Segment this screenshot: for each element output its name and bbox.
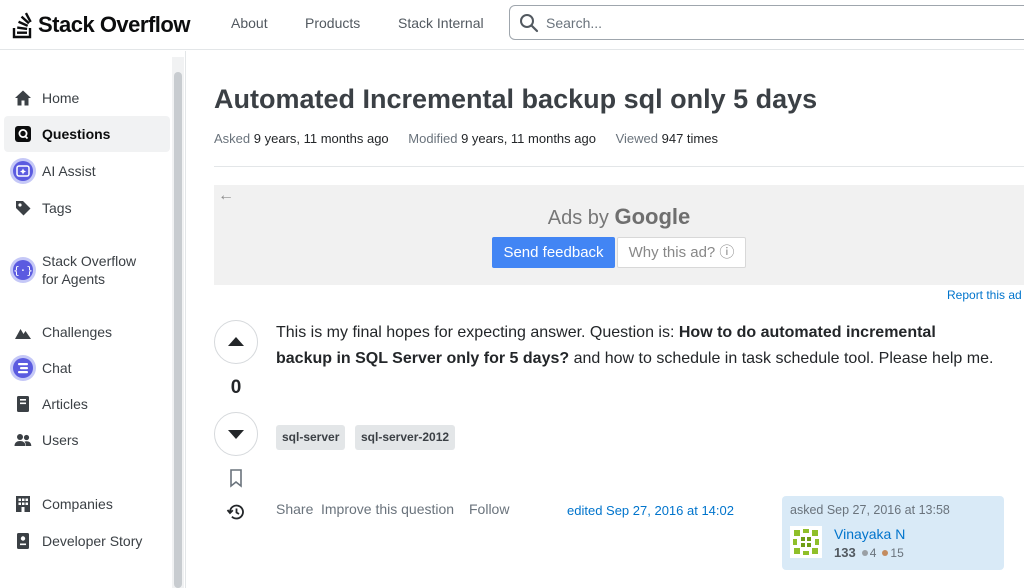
nav-about[interactable]: About <box>231 15 268 31</box>
modified-value[interactable]: 9 years, 11 months ago <box>461 131 596 146</box>
sidebar-item-label: Questions <box>42 126 111 142</box>
stackoverflow-logo-icon <box>12 12 32 39</box>
body-text-intro: This is my final hopes for expecting ans… <box>276 324 679 341</box>
ad-back-arrow-icon[interactable]: ← <box>218 187 234 205</box>
question-body: This is my final hopes for expecting ans… <box>276 320 996 371</box>
sidebar-item-tags[interactable]: Tags <box>4 190 170 226</box>
ads-by-google: Ads by Google <box>214 204 1024 230</box>
send-feedback-button[interactable]: Send feedback <box>492 237 615 268</box>
sidebar-item-chat[interactable]: Chat <box>4 350 170 386</box>
owner-card: asked Sep 27, 2016 at 13:58 Vinayaka N 1… <box>782 496 1004 570</box>
search-box[interactable] <box>509 5 1024 40</box>
sidebar-scrollbar-thumb[interactable] <box>174 72 182 588</box>
ads-by-label: Ads by <box>547 207 609 229</box>
asked-value: 9 years, 11 months ago <box>253 131 389 146</box>
companies-icon <box>16 496 30 512</box>
title-divider <box>214 166 1024 167</box>
bronze-badge-count: 15 <box>890 546 904 560</box>
sidebar-item-label: Developer Story <box>42 533 143 549</box>
sidebar-item-challenges[interactable]: Challenges <box>4 314 170 350</box>
home-icon <box>15 90 31 106</box>
asked-timestamp: asked Sep 27, 2016 at 13:58 <box>790 503 950 517</box>
sidebar-item-label: Users <box>42 432 79 448</box>
users-icon <box>14 434 32 446</box>
sidebar-item-label: Tags <box>42 200 72 216</box>
sidebar-item-ai-assist[interactable]: AI Assist <box>4 153 170 189</box>
improve-question-link[interactable]: Improve this question <box>321 501 454 517</box>
asked-label: Asked <box>214 131 251 146</box>
sidebar-item-developer-story[interactable]: Developer Story <box>4 523 170 559</box>
sidebar-item-label: Challenges <box>42 324 113 340</box>
tag-icon <box>16 201 31 216</box>
sidebar-item-label: Stack Overflow for Agents <box>42 253 137 287</box>
avatar[interactable] <box>790 526 822 558</box>
tag-sql-server[interactable]: sql-server <box>276 425 346 450</box>
top-bar: Stack Overflow About Products Stack Inte… <box>0 0 1024 50</box>
silver-badge-count: 4 <box>869 546 877 560</box>
question-title[interactable]: Automated Incremental backup sql only 5 … <box>214 84 817 115</box>
chat-icon <box>10 355 36 381</box>
modified-label: Modified <box>408 131 458 146</box>
ai-assist-icon <box>10 158 36 184</box>
sidebar-item-home[interactable]: Home <box>4 80 170 116</box>
search-input[interactable] <box>546 12 1016 34</box>
viewed-value: 947 times <box>661 131 718 146</box>
history-icon[interactable] <box>226 502 246 522</box>
developer-story-icon <box>17 533 29 549</box>
upvote-arrow-icon <box>228 337 244 346</box>
body-text-outro: and how to schedule in task schedule too… <box>569 349 994 367</box>
sidebar-item-label: Companies <box>42 496 113 512</box>
report-ad-link[interactable]: Report this ad <box>947 288 1022 302</box>
silver-badge: 4 <box>861 546 877 560</box>
svg-text:{·}: {·} <box>13 264 33 277</box>
question-meta: Asked 9 years, 11 months ago Modified 9 … <box>214 131 734 146</box>
downvote-arrow-icon <box>228 430 244 439</box>
agents-icon: {·} <box>10 257 36 283</box>
owner-name[interactable]: Vinayaka N <box>834 526 905 542</box>
bronze-badge: 15 <box>882 546 904 560</box>
reputation-score: 133 <box>834 545 856 560</box>
articles-icon <box>17 396 29 412</box>
share-link[interactable]: Share <box>276 501 313 517</box>
silver-badge-dot-icon <box>861 550 868 556</box>
sidebar-item-label: Home <box>42 90 80 106</box>
sidebar-item-articles[interactable]: Articles <box>4 386 170 422</box>
google-label: Google <box>614 204 691 229</box>
sidebar-item-agents[interactable]: {·} Stack Overflow for Agents <box>4 247 170 293</box>
viewed-label: Viewed <box>615 131 658 146</box>
sidebar-item-questions[interactable]: Questions <box>4 116 170 152</box>
questions-icon <box>15 126 31 142</box>
nav-products[interactable]: Products <box>305 15 360 31</box>
owner-reputation-line: 133 4 15 <box>834 545 904 560</box>
challenges-icon <box>15 329 31 339</box>
follow-link[interactable]: Follow <box>469 501 509 517</box>
logo-text: Stack Overflow <box>38 12 190 37</box>
edited-link[interactable]: edited Sep 27, 2016 at 14:02 <box>567 503 734 518</box>
bronze-badge-dot-icon <box>882 550 889 556</box>
vote-count: 0 <box>230 377 242 398</box>
sidebar-item-label: Chat <box>42 360 72 376</box>
google-ad: ← Ads by Google Send feedback Why this a… <box>214 185 1024 285</box>
downvote-button[interactable] <box>214 412 258 456</box>
stackoverflow-logo[interactable]: Stack Overflow <box>12 10 190 40</box>
why-this-ad-button[interactable]: Why this ad? ⓘ <box>617 237 746 268</box>
upvote-button[interactable] <box>214 320 258 364</box>
tag-sql-server-2012[interactable]: sql-server-2012 <box>355 425 456 450</box>
sidebar-item-label: AI Assist <box>42 163 96 179</box>
search-icon <box>520 14 539 33</box>
bookmark-icon[interactable] <box>226 468 246 488</box>
sidebar-item-companies[interactable]: Companies <box>4 486 170 522</box>
nav-stack-internal[interactable]: Stack Internal <box>398 15 484 31</box>
sidebar-item-label: Articles <box>42 396 88 412</box>
sidebar-item-users[interactable]: Users <box>4 422 170 458</box>
